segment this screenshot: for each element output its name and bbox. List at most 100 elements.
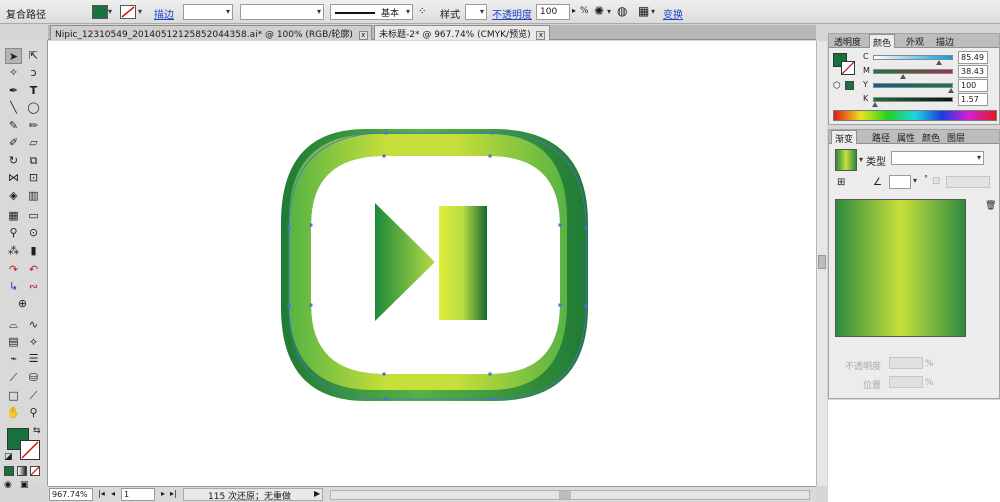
recolor-arrow[interactable]: ▾	[607, 7, 611, 16]
measure-tool-icon[interactable]: ⟋	[5, 370, 22, 386]
anchor-point[interactable]	[287, 226, 291, 230]
align-icon[interactable]: ⁘	[418, 6, 426, 17]
brush-arrow[interactable]: ▾	[406, 7, 410, 16]
tab-document-1-close-icon[interactable]: x	[358, 31, 368, 40]
channel-slider-thumb[interactable]	[871, 102, 878, 107]
magic-wand-tool-icon[interactable]: ✧	[5, 65, 22, 81]
opacity-link[interactable]: 不透明度	[492, 6, 532, 21]
tab-layers[interactable]: 图层	[944, 130, 968, 144]
opacity-arrow[interactable]: ▸	[572, 6, 576, 15]
anchor-point[interactable]	[584, 226, 588, 230]
delete-stop-icon[interactable]: 🗑	[985, 201, 996, 211]
gradient-tool-icon[interactable]: ▭	[25, 208, 42, 224]
play-triangle[interactable]	[375, 203, 435, 321]
gradient-type-select[interactable]: ▾	[891, 151, 984, 165]
first-page-icon[interactable]: |◂	[98, 489, 105, 498]
tab-attributes[interactable]: 属性	[894, 130, 918, 144]
paintbrush-tool-icon[interactable]: ✎	[5, 118, 22, 134]
channel-slider-track[interactable]	[873, 97, 953, 102]
pencil-tool-icon[interactable]: ✏	[25, 118, 42, 134]
convert-anchor-tool-icon[interactable]: ↳	[5, 279, 22, 295]
style-swatch[interactable]: ▾	[465, 4, 487, 20]
out-of-gamut-icon[interactable]: ⬡	[833, 81, 841, 91]
anchor-point[interactable]	[384, 131, 388, 135]
swap-colors-icon[interactable]: ⇆	[33, 426, 41, 436]
variable-width-arrow[interactable]: ▾	[317, 7, 321, 16]
style-arrow[interactable]: ▾	[480, 7, 484, 16]
last-page-icon[interactable]: ▸|	[170, 489, 177, 498]
anchor-point[interactable]	[384, 397, 388, 401]
recolor-icon[interactable]: ✺	[594, 4, 604, 18]
color-panel-stroke-swatch[interactable]	[841, 61, 855, 75]
column-graph-tool-icon[interactable]: ▮	[25, 243, 42, 259]
stroke-swatch[interactable]	[120, 5, 136, 19]
perspective-grid-tool-icon[interactable]: ▥	[25, 188, 42, 204]
fill-swatch[interactable]	[92, 5, 108, 19]
status-menu-arrow[interactable]: ▶	[314, 489, 320, 498]
anchor-point[interactable]	[584, 304, 588, 308]
tab-color-guide[interactable]: 颜色	[919, 130, 943, 144]
stroke-weight-arrow[interactable]: ▾	[226, 7, 230, 16]
blend-tool-icon[interactable]: ⊙	[25, 225, 42, 241]
add-anchor-tool-icon[interactable]: ↷	[5, 262, 22, 278]
direct-selection-tool-icon[interactable]: ⇱	[25, 48, 42, 64]
tab-document-1[interactable]: Nipic_12310549_20140512125852044358.ai* …	[50, 25, 372, 40]
channel-slider-track[interactable]	[873, 69, 953, 74]
stop-opacity-field[interactable]	[889, 357, 923, 369]
gradient-thumbnail-arrow[interactable]: ▾	[859, 155, 863, 164]
warp-tool-icon[interactable]: ⌓	[5, 317, 22, 333]
shape-builder-tool-icon[interactable]: ◈	[5, 188, 22, 204]
crop-area-tool-icon[interactable]: □	[5, 388, 22, 404]
fill-dropdown-arrow[interactable]: ▾	[108, 7, 112, 16]
anchor-point[interactable]	[558, 303, 562, 307]
tab-document-2[interactable]: 未标题-2* @ 967.74% (CMYK/预览) x	[374, 25, 550, 40]
anchor-point[interactable]	[490, 397, 494, 401]
hscroll-thumb[interactable]	[559, 491, 571, 499]
brush-definition-field[interactable]: 基本 ▾	[330, 4, 413, 20]
horizontal-scrollbar[interactable]	[330, 490, 810, 500]
free-transform-tool-icon[interactable]: ⊡	[25, 170, 42, 186]
tab-pathfinder[interactable]: 路径	[869, 130, 893, 144]
anchor-point[interactable]	[558, 223, 562, 227]
edit-gradient-icon[interactable]: ⊞	[837, 177, 845, 188]
selection-tool-icon[interactable]: ➤	[5, 48, 22, 64]
artboard-canvas[interactable]	[48, 41, 816, 486]
gradient-preview[interactable]	[835, 199, 966, 337]
gradient-thumbnail[interactable]	[835, 149, 857, 171]
screen-mode-icon[interactable]: ▣	[20, 480, 29, 490]
list-tool-icon[interactable]: ☰	[25, 351, 42, 367]
anchor-point[interactable]	[382, 154, 386, 158]
ellipse-tool-icon[interactable]: ◯	[25, 100, 42, 116]
line-tool-icon[interactable]: ╲	[5, 100, 22, 116]
symbol-sprayer-tool-icon[interactable]: ⁂	[5, 243, 22, 259]
stroke-dropdown-arrow[interactable]: ▾	[138, 7, 142, 16]
slice-tool-icon[interactable]: ⟡	[25, 334, 42, 350]
tab-document-2-close-icon[interactable]: x	[536, 31, 546, 40]
artboard-tool-icon[interactable]: ▤	[5, 334, 22, 350]
zoom-tool-icon[interactable]: ⚲	[25, 405, 42, 421]
color-spectrum-bar[interactable]	[833, 110, 997, 121]
angle-field[interactable]	[889, 175, 911, 189]
gamut-swatch[interactable]	[845, 81, 854, 90]
aspect-ratio-icon[interactable]: ⊡	[932, 176, 940, 187]
channel-value[interactable]: 100	[958, 79, 988, 92]
pen-tool-icon[interactable]: ✒	[5, 83, 22, 99]
lasso-tool-icon[interactable]: ↄ	[25, 65, 42, 81]
live-paint-tool-icon[interactable]: ⛁	[25, 370, 42, 386]
tab-appearance[interactable]: 外观	[903, 34, 927, 48]
anchor-point[interactable]	[287, 304, 291, 308]
graph-tool-icon[interactable]: ⌁	[5, 351, 22, 367]
curvature-tool-icon[interactable]: ↶	[25, 262, 42, 278]
anchor-point[interactable]	[488, 372, 492, 376]
anchor-point[interactable]	[382, 372, 386, 376]
scroll-thumb[interactable]	[818, 255, 826, 269]
rotate-tool-icon[interactable]: ↻	[5, 153, 22, 169]
target-tool-icon[interactable]: ⊕	[14, 296, 31, 312]
channel-value[interactable]: 38.43	[958, 65, 988, 78]
artwork[interactable]	[48, 41, 816, 486]
blob-brush-tool-icon[interactable]: ✐	[5, 135, 22, 151]
opacity-field[interactable]: 100	[536, 4, 570, 20]
anchor-point[interactable]	[488, 154, 492, 158]
anchor-point[interactable]	[490, 131, 494, 135]
stop-position-field[interactable]	[889, 376, 923, 388]
